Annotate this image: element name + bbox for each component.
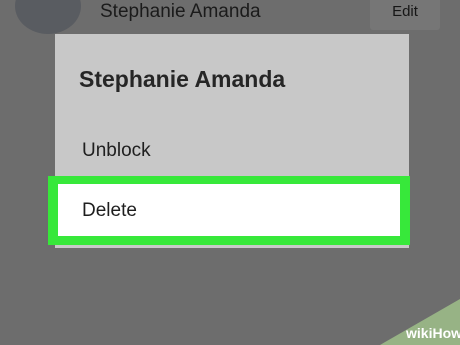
- delete-label: Delete: [82, 200, 137, 221]
- contact-row[interactable]: Stephanie Amanda Edit: [0, 0, 460, 34]
- delete-option[interactable]: Delete: [58, 184, 400, 236]
- unblock-label: Unblock: [82, 140, 151, 161]
- contact-name: Stephanie Amanda: [100, 1, 261, 22]
- watermark-text: wikiHow: [405, 325, 460, 341]
- screen: Stephanie Amanda Edit Stephanie Amanda U…: [0, 0, 460, 345]
- dialog-title: Stephanie Amanda: [79, 66, 286, 92]
- wikihow-watermark: wikiHow: [380, 299, 460, 345]
- edit-button[interactable]: Edit: [370, 0, 440, 30]
- unblock-option[interactable]: Unblock: [55, 132, 409, 172]
- avatar: [15, 0, 81, 34]
